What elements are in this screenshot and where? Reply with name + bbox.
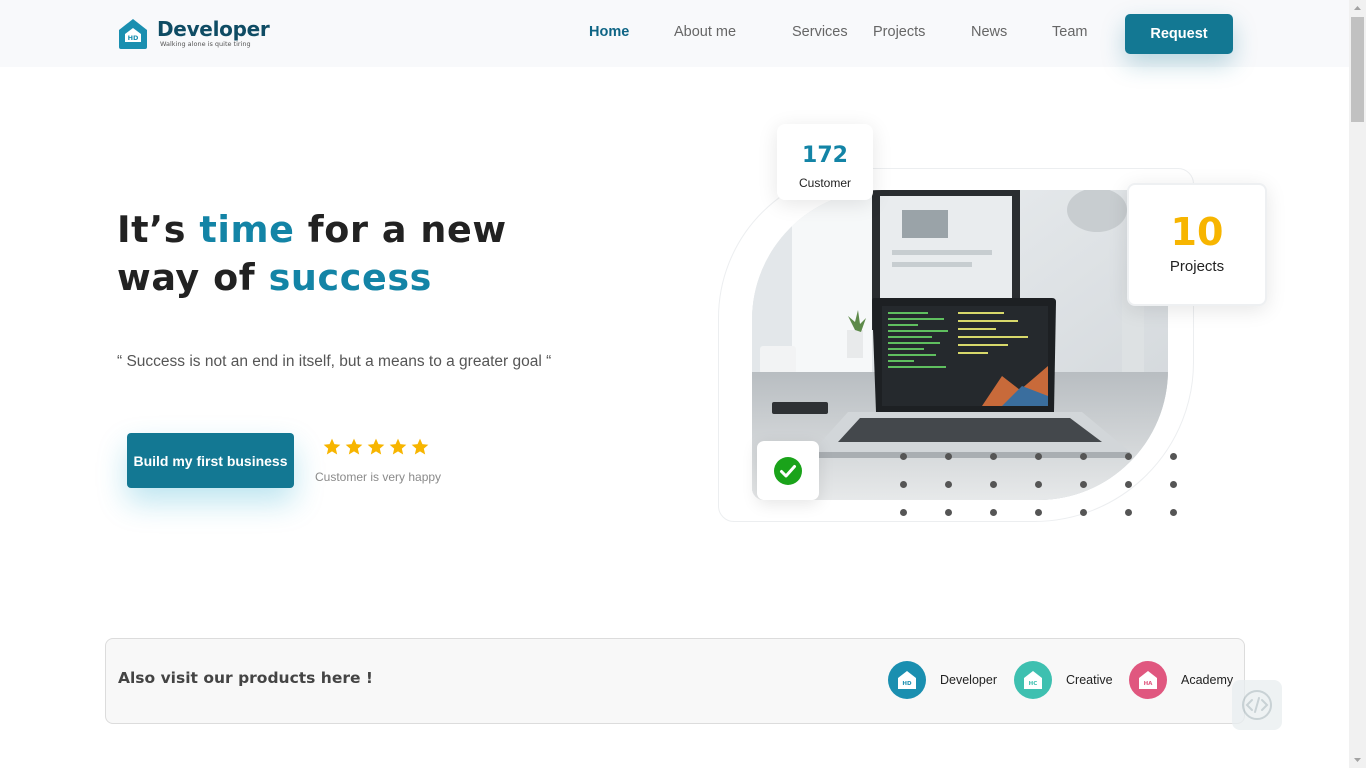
product-developer[interactable]: HD Developer [888,661,997,699]
nav-services[interactable]: Services [792,24,848,40]
star-icon [411,438,429,455]
customer-label: Customer [798,176,851,190]
logo-subtitle: Walking alone is quite tiring [160,39,251,48]
hero-title-highlight: time [199,208,295,251]
grid-dot [1170,481,1177,488]
star-icon [345,438,363,455]
build-business-button[interactable]: Build my first business [127,433,294,488]
hero-title-text: way of [117,256,269,299]
product-name: Developer [940,673,997,687]
nav-home[interactable]: Home [589,24,629,40]
grid-dot [900,509,907,516]
svg-text:HD: HD [128,34,139,42]
product-name: Academy [1181,673,1234,687]
scroll-down-arrow-icon[interactable] [1349,751,1366,768]
svg-text:HC: HC [1029,681,1038,687]
grid-dot [945,481,952,488]
nav-projects[interactable]: Projects [873,24,925,40]
hero-title: It’s time for a new way of success [117,206,507,302]
grid-dot [1170,453,1177,460]
house-logo-icon: HD [888,661,926,699]
grid-dot [1035,481,1042,488]
grid-dot [1125,481,1132,488]
grid-dot [900,453,907,460]
hero-title-text: It’s [117,208,200,251]
svg-text:HD: HD [902,681,912,687]
star-icon [323,438,341,455]
decorative-dot-grid [900,453,1180,517]
grid-dot [1080,453,1087,460]
rating-stars [322,437,430,457]
products-bar: Also visit our products here ! HD Develo… [105,638,1245,724]
grid-dot [945,509,952,516]
grid-dot [1080,481,1087,488]
verified-card [757,441,819,500]
house-logo-icon: HC [1014,661,1052,699]
svg-text:HA: HA [1144,681,1154,687]
grid-dot [1035,509,1042,516]
hero-title-highlight: success [268,256,432,299]
hero-quote: “ Success is not an end in itself, but a… [117,353,552,370]
check-circle-icon [774,456,802,485]
grid-dot [1125,453,1132,460]
header: HD Developer Walking alone is quite tiri… [0,0,1349,67]
star-icon [367,438,385,455]
nav-team[interactable]: Team [1052,24,1087,40]
product-academy[interactable]: HA Academy [1129,661,1233,699]
product-name: Creative [1066,673,1113,687]
customer-stat-card: 172 Customer [777,124,873,200]
scroll-up-arrow-icon[interactable] [1349,0,1366,17]
projects-label: Projects [1169,258,1225,275]
logo-title: Developer [157,16,270,41]
projects-count: 10 [1170,210,1224,254]
page-scrollbar[interactable] [1349,0,1366,768]
hero-title-text: for a new [294,208,507,251]
products-title: Also visit our products here ! [118,669,373,687]
nav-news[interactable]: News [971,24,1007,40]
projects-stat-card: 10 Projects [1127,183,1267,306]
grid-dot [945,453,952,460]
house-logo-icon: HA [1129,661,1167,699]
product-creative[interactable]: HC Creative [1014,661,1113,699]
code-widget-icon[interactable] [1232,680,1282,730]
grid-dot [1170,509,1177,516]
grid-dot [1125,509,1132,516]
star-icon [389,438,407,455]
grid-dot [990,509,997,516]
request-button[interactable]: Request [1125,14,1233,54]
scrollbar-thumb[interactable] [1351,17,1364,122]
grid-dot [900,481,907,488]
house-logo-icon: HD [116,16,150,50]
grid-dot [1035,453,1042,460]
customer-count: 172 [802,143,848,168]
nav-about-me[interactable]: About me [674,24,736,40]
rating-caption: Customer is very happy [315,470,442,484]
grid-dot [990,453,997,460]
logo[interactable]: HD Developer Walking alone is quite tiri… [116,16,270,50]
grid-dot [1080,509,1087,516]
grid-dot [990,481,997,488]
